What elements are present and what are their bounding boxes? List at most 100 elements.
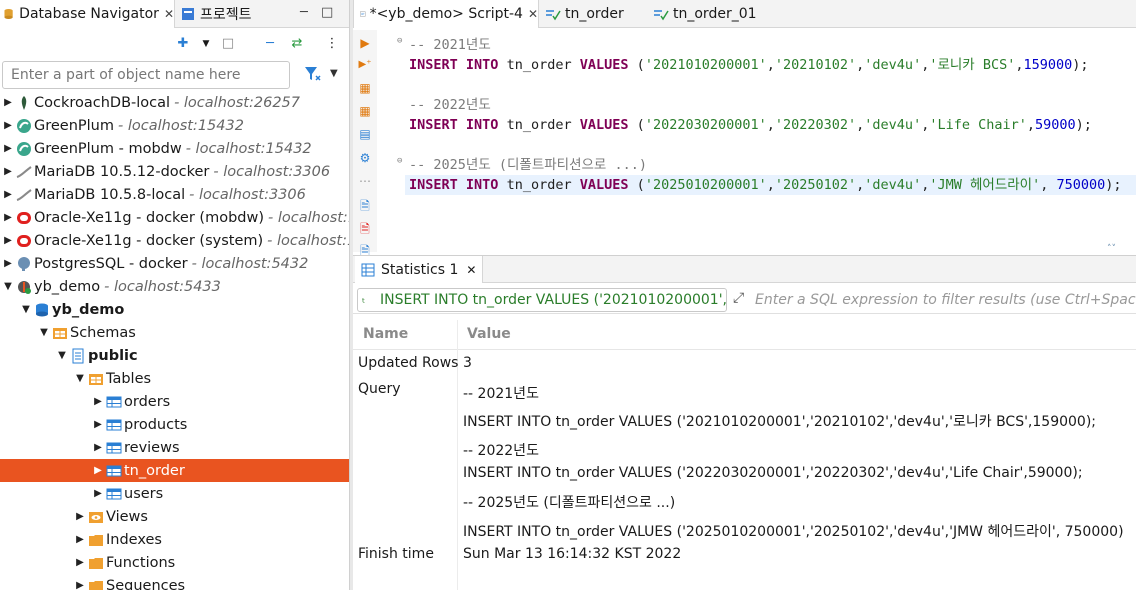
expand-arrow-icon[interactable]: ▶ bbox=[2, 143, 14, 154]
expand-icon[interactable]: ⤢ bbox=[733, 290, 744, 306]
tree-item-schemas[interactable]: ▼ Schemas bbox=[0, 321, 349, 344]
code-line: INSERT INTO tn_order VALUES ('2021010200… bbox=[409, 57, 1089, 73]
tree-item-tables[interactable]: ▼ Tables bbox=[0, 367, 349, 390]
execute-new-tab-icon[interactable]: ▶⁺ bbox=[357, 57, 373, 73]
connection-host: - localhost:1521 bbox=[268, 209, 349, 226]
expand-arrow-icon[interactable]: ▶ bbox=[92, 465, 104, 476]
settings-gear-icon[interactable]: ⚙ bbox=[357, 150, 373, 166]
folder-label: Functions bbox=[106, 554, 176, 571]
collapse-all-icon[interactable]: ─ bbox=[262, 36, 278, 52]
collapse-arrow-icon[interactable]: ▼ bbox=[74, 373, 86, 384]
tree-item-table-tn-order[interactable]: ▶ tn_order bbox=[0, 459, 349, 482]
tree-item-greenplum-mobdw[interactable]: ▶ GreenPlum - mobdw - localhost:15432 bbox=[0, 137, 349, 160]
expand-arrow-icon[interactable]: ▶ bbox=[2, 189, 14, 200]
tree-item-table-orders[interactable]: ▶ orders bbox=[0, 390, 349, 413]
close-icon[interactable]: ✕ bbox=[466, 263, 476, 277]
close-icon[interactable]: ✕ bbox=[164, 7, 174, 21]
chevron-down-icon[interactable]: ▼ bbox=[330, 68, 338, 79]
connection-host: - localhost:15432 bbox=[185, 140, 312, 157]
tree-item-greenplum[interactable]: ▶ GreenPlum - localhost:15432 bbox=[0, 114, 349, 137]
sql-number: 59000 bbox=[1035, 117, 1076, 133]
expand-arrow-icon[interactable]: ▶ bbox=[2, 97, 14, 108]
connection-host: - localhost:5432 bbox=[191, 255, 309, 272]
tree-item-yb-demo-connection[interactable]: ▼ yb_demo - localhost:5433 bbox=[0, 275, 349, 298]
object-filter-input[interactable] bbox=[3, 62, 289, 88]
navigator-toolbar: ✚ ▼ □ ─ ⇄ ⋮ bbox=[0, 30, 349, 58]
expand-arrow-icon[interactable]: ▶ bbox=[2, 235, 14, 246]
minimize-icon[interactable]: ─ bbox=[300, 5, 308, 20]
sql-editor[interactable]: ⊖ -- 2021년도 INSERT INTO tn_order VALUES … bbox=[379, 30, 1136, 252]
collapse-arrow-icon[interactable]: ▼ bbox=[56, 350, 68, 361]
execute-statement-icon[interactable]: ▶ bbox=[357, 35, 373, 51]
result-filter-field[interactable] bbox=[751, 288, 1136, 312]
result-filter-input[interactable] bbox=[751, 288, 1136, 312]
expand-arrow-icon[interactable]: ▶ bbox=[2, 166, 14, 177]
close-icon[interactable]: ✕ bbox=[528, 7, 538, 21]
code-line: -- 2021년도 bbox=[409, 35, 491, 55]
expand-arrow-icon[interactable]: ▶ bbox=[74, 580, 86, 590]
expand-arrow-icon[interactable]: ▶ bbox=[92, 488, 104, 499]
tree-item-oracle-system[interactable]: ▶ Oracle-Xe11g - docker (system) - local… bbox=[0, 229, 349, 252]
expand-arrow-icon[interactable]: ▶ bbox=[2, 120, 14, 131]
tree-item-table-products[interactable]: ▶ products bbox=[0, 413, 349, 436]
tab-project[interactable]: 프로젝트 bbox=[178, 0, 252, 28]
tree-item-oracle-mobdw[interactable]: ▶ Oracle-Xe11g - docker (mobdw) - localh… bbox=[0, 206, 349, 229]
tab-tn-order[interactable]: tn_order bbox=[545, 0, 624, 28]
new-folder-icon[interactable]: □ bbox=[220, 36, 236, 52]
expand-arrow-icon[interactable]: ▶ bbox=[74, 534, 86, 545]
tree-item-mariadb-local[interactable]: ▶ MariaDB 10.5.8-local - localhost:3306 bbox=[0, 183, 349, 206]
tab-tn-order-01[interactable]: tn_order_01 bbox=[653, 0, 757, 28]
fold-icon[interactable]: ⊖ bbox=[397, 36, 402, 46]
new-connection-icon[interactable]: ✚ bbox=[175, 36, 191, 52]
tree-item-mariadb-docker[interactable]: ▶ MariaDB 10.5.12-docker - localhost:330… bbox=[0, 160, 349, 183]
view-menu-icon[interactable]: ⋮ bbox=[324, 36, 340, 52]
explain-plan-icon[interactable]: ▤ bbox=[357, 126, 373, 142]
table-label: users bbox=[124, 485, 164, 502]
tree-item-sequences[interactable]: ▶ Sequences bbox=[0, 574, 349, 590]
sql-table-name: tn_order bbox=[506, 57, 572, 73]
connection-label: GreenPlum - mobdw bbox=[34, 140, 182, 157]
collapse-arrow-icon[interactable]: ▼ bbox=[2, 281, 14, 292]
mariadb-icon bbox=[16, 188, 32, 201]
expand-arrow-icon[interactable]: ▶ bbox=[92, 442, 104, 453]
expand-arrow-icon[interactable]: ▶ bbox=[74, 511, 86, 522]
tree-item-views[interactable]: ▶ Views bbox=[0, 505, 349, 528]
more-dots-icon[interactable]: ⋯ bbox=[357, 173, 373, 189]
executed-query-field[interactable]: ​ᵗ INSERT INTO tn_order VALUES ('2021010… bbox=[357, 288, 727, 312]
sql-string: '2022030200001' bbox=[644, 117, 767, 133]
collapse-arrow-icon[interactable]: ▼ bbox=[38, 327, 50, 338]
tree-item-table-reviews[interactable]: ▶ reviews bbox=[0, 436, 349, 459]
tree-item-indexes[interactable]: ▶ Indexes bbox=[0, 528, 349, 551]
load-script-icon[interactable]: 🗎 bbox=[357, 198, 373, 214]
expand-arrow-icon[interactable]: ▶ bbox=[92, 396, 104, 407]
filter-icon[interactable] bbox=[304, 66, 322, 82]
expand-arrow-icon[interactable]: ▶ bbox=[92, 419, 104, 430]
tree-item-table-users[interactable]: ▶ users bbox=[0, 482, 349, 505]
greenplum-icon bbox=[17, 118, 31, 133]
tree-item-functions[interactable]: ▶ Functions bbox=[0, 551, 349, 574]
expand-arrow-icon[interactable]: ▶ bbox=[74, 557, 86, 568]
tree-item-yb-demo-database[interactable]: ▼ yb_demo bbox=[0, 298, 349, 321]
export-script-icon[interactable]: 🗎 bbox=[357, 221, 373, 237]
panel-toggle-icon[interactable]: ˄˅ bbox=[1107, 244, 1116, 254]
expand-arrow-icon[interactable]: ▶ bbox=[2, 212, 14, 223]
tab-script-4[interactable]: *<yb_demo> Script-4 ✕ bbox=[353, 0, 539, 28]
execute-script-new-tab-icon[interactable]: ▦ bbox=[357, 103, 373, 119]
sql-script-icon bbox=[360, 11, 366, 17]
connection-label: Oracle-Xe11g - docker (system) bbox=[34, 232, 264, 249]
connection-host: - localhost:1521 bbox=[267, 232, 349, 249]
tab-statistics-1[interactable]: Statistics 1 ✕ bbox=[355, 256, 484, 283]
execute-script-icon[interactable]: ▦ bbox=[357, 80, 373, 96]
expand-arrow-icon[interactable]: ▶ bbox=[2, 258, 14, 269]
tree-item-cockroachdb[interactable]: ▶ CockroachDB-local - localhost:26257 bbox=[0, 91, 349, 114]
tree-item-public-schema[interactable]: ▼ public bbox=[0, 344, 349, 367]
object-filter-field[interactable] bbox=[2, 61, 290, 89]
tab-database-navigator[interactable]: Database Navigator ✕ bbox=[0, 0, 175, 28]
collapse-arrow-icon[interactable]: ▼ bbox=[20, 304, 32, 315]
oracle-icon bbox=[17, 211, 31, 224]
fold-icon[interactable]: ⊖ bbox=[397, 156, 402, 166]
chevron-down-icon[interactable]: ▼ bbox=[198, 36, 214, 52]
link-editor-icon[interactable]: ⇄ bbox=[289, 36, 305, 52]
maximize-icon[interactable]: □ bbox=[321, 5, 333, 20]
tree-item-postgres-docker[interactable]: ▶ PostgresSQL - docker - localhost:5432 bbox=[0, 252, 349, 275]
